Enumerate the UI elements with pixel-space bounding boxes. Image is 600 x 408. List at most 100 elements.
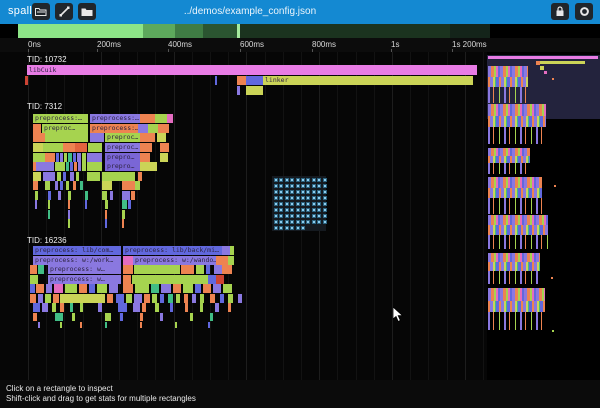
flame-rect[interactable] xyxy=(228,256,234,265)
flame-rect[interactable] xyxy=(200,294,204,303)
flame-rect[interactable] xyxy=(228,303,231,312)
flame-rect[interactable] xyxy=(87,153,102,162)
flame-rect[interactable]: preprocess: lib/back/mi… xyxy=(123,246,222,255)
flame-rect[interactable] xyxy=(134,294,142,303)
lock-button[interactable] xyxy=(551,3,569,20)
activity-overview-strip[interactable] xyxy=(0,24,600,38)
flame-rect[interactable] xyxy=(98,303,102,312)
flame-rect[interactable] xyxy=(55,313,63,321)
flame-rect[interactable] xyxy=(222,246,230,255)
timeline-ruler[interactable]: 0ns200ms400ms600ms800ms1s1s 200ms xyxy=(0,38,600,52)
flame-rect[interactable] xyxy=(58,191,61,200)
flame-rect[interactable] xyxy=(132,275,208,284)
flame-rect[interactable] xyxy=(120,313,123,321)
flame-rect[interactable] xyxy=(82,153,86,162)
flame-rect[interactable] xyxy=(45,133,88,142)
flame-rect[interactable] xyxy=(66,181,69,190)
flame-rect[interactable] xyxy=(105,313,111,321)
flame-rect[interactable] xyxy=(80,181,83,190)
flame-rect[interactable] xyxy=(184,294,188,303)
flame-rect[interactable] xyxy=(102,191,107,200)
flame-rect[interactable] xyxy=(30,265,37,274)
flame-rect[interactable] xyxy=(155,303,159,312)
flame-rect[interactable]: preproc… xyxy=(105,133,140,142)
flame-rect[interactable] xyxy=(52,303,56,312)
flame-rect[interactable] xyxy=(82,162,86,171)
flame-rect[interactable]: libCuik xyxy=(27,65,477,75)
flame-rect[interactable] xyxy=(38,265,44,274)
flame-rect[interactable]: preproc… xyxy=(42,124,88,133)
flame-rect[interactable]: preprocess: w:/wando… xyxy=(133,256,216,265)
flame-rect[interactable] xyxy=(45,294,51,303)
flame-rect[interactable] xyxy=(128,200,131,209)
flame-rect[interactable] xyxy=(60,303,64,312)
flame-rect[interactable] xyxy=(55,181,58,190)
flame-rect[interactable] xyxy=(45,153,55,162)
flame-rect[interactable] xyxy=(48,191,51,200)
flame-rect[interactable] xyxy=(215,303,219,312)
flame-rect[interactable] xyxy=(131,191,135,200)
flame-rect[interactable] xyxy=(123,256,133,265)
flame-rect[interactable] xyxy=(161,284,171,293)
flame-rect[interactable] xyxy=(36,162,54,171)
flame-rect[interactable] xyxy=(175,322,177,328)
flame-rect[interactable] xyxy=(38,294,43,303)
flame-rect[interactable] xyxy=(216,256,228,265)
flame-rect[interactable] xyxy=(170,303,173,312)
flame-rect[interactable] xyxy=(25,76,28,85)
flame-rect[interactable] xyxy=(64,153,67,162)
flame-rect[interactable]: preprocess:… xyxy=(90,124,138,133)
flame-rect[interactable]: prepro… xyxy=(105,153,140,162)
flame-rect[interactable] xyxy=(152,294,157,303)
flame-rect[interactable]: preprocess: w:/work… xyxy=(33,256,121,265)
flame-rect[interactable] xyxy=(138,124,148,133)
flame-rect[interactable] xyxy=(168,294,173,303)
flame-rect[interactable] xyxy=(90,133,104,142)
flame-rect[interactable] xyxy=(33,153,45,162)
flame-rect[interactable] xyxy=(122,191,130,200)
flame-rect[interactable] xyxy=(105,200,108,209)
flame-rect[interactable] xyxy=(65,284,77,293)
flame-rect[interactable] xyxy=(185,303,188,312)
flame-rect[interactable] xyxy=(68,219,70,228)
flame-rect[interactable] xyxy=(38,322,40,328)
flame-rect[interactable] xyxy=(200,303,203,312)
flame-rect[interactable] xyxy=(75,143,87,152)
flame-rect[interactable] xyxy=(60,322,62,328)
flame-rect[interactable] xyxy=(122,181,135,190)
open-folder-button[interactable] xyxy=(32,3,50,20)
flame-rect[interactable] xyxy=(208,275,216,284)
flame-rect[interactable] xyxy=(148,124,158,133)
flame-rect[interactable] xyxy=(33,172,41,181)
flame-rect[interactable] xyxy=(33,143,43,152)
flame-rect[interactable] xyxy=(246,76,263,85)
flame-rect[interactable] xyxy=(134,265,180,274)
flame-rect[interactable] xyxy=(173,284,181,293)
flame-rect[interactable] xyxy=(70,162,73,171)
flame-rect[interactable] xyxy=(45,181,50,190)
flame-rect[interactable] xyxy=(66,162,69,171)
flame-rect[interactable] xyxy=(196,265,204,274)
flame-rect[interactable] xyxy=(87,172,100,181)
minimap[interactable] xyxy=(487,52,600,380)
flame-rect[interactable] xyxy=(107,294,113,303)
flame-rect[interactable] xyxy=(33,133,45,142)
flame-rect[interactable] xyxy=(122,200,127,209)
flame-rect[interactable] xyxy=(60,294,105,303)
flame-rect[interactable] xyxy=(60,153,63,162)
flame-rect[interactable] xyxy=(35,191,38,200)
flame-rect[interactable] xyxy=(70,172,74,181)
flame-rect[interactable] xyxy=(140,322,142,328)
flame-rect[interactable]: preprocess:… xyxy=(33,114,88,123)
flame-rect[interactable] xyxy=(158,124,169,133)
flame-rect[interactable] xyxy=(123,275,131,284)
flame-rect[interactable] xyxy=(144,294,150,303)
flame-rect[interactable] xyxy=(105,219,107,228)
flame-rect[interactable] xyxy=(79,284,87,293)
flame-rect[interactable] xyxy=(30,275,38,284)
flame-rect[interactable] xyxy=(140,133,155,142)
flame-rect[interactable] xyxy=(160,294,164,303)
flame-rect[interactable] xyxy=(89,284,95,293)
flame-rect[interactable] xyxy=(105,322,107,328)
flame-rect[interactable] xyxy=(116,294,124,303)
